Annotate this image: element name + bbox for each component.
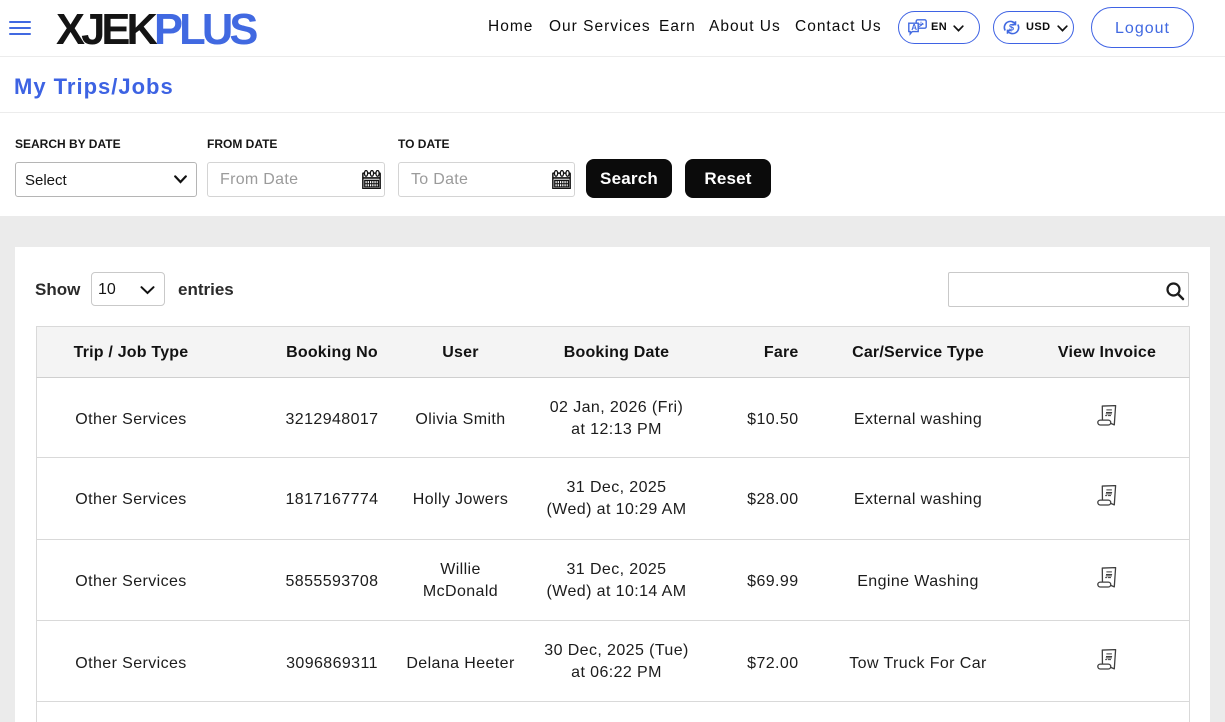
svg-text:$: $ bbox=[1009, 23, 1014, 33]
svg-text:A: A bbox=[911, 23, 917, 32]
